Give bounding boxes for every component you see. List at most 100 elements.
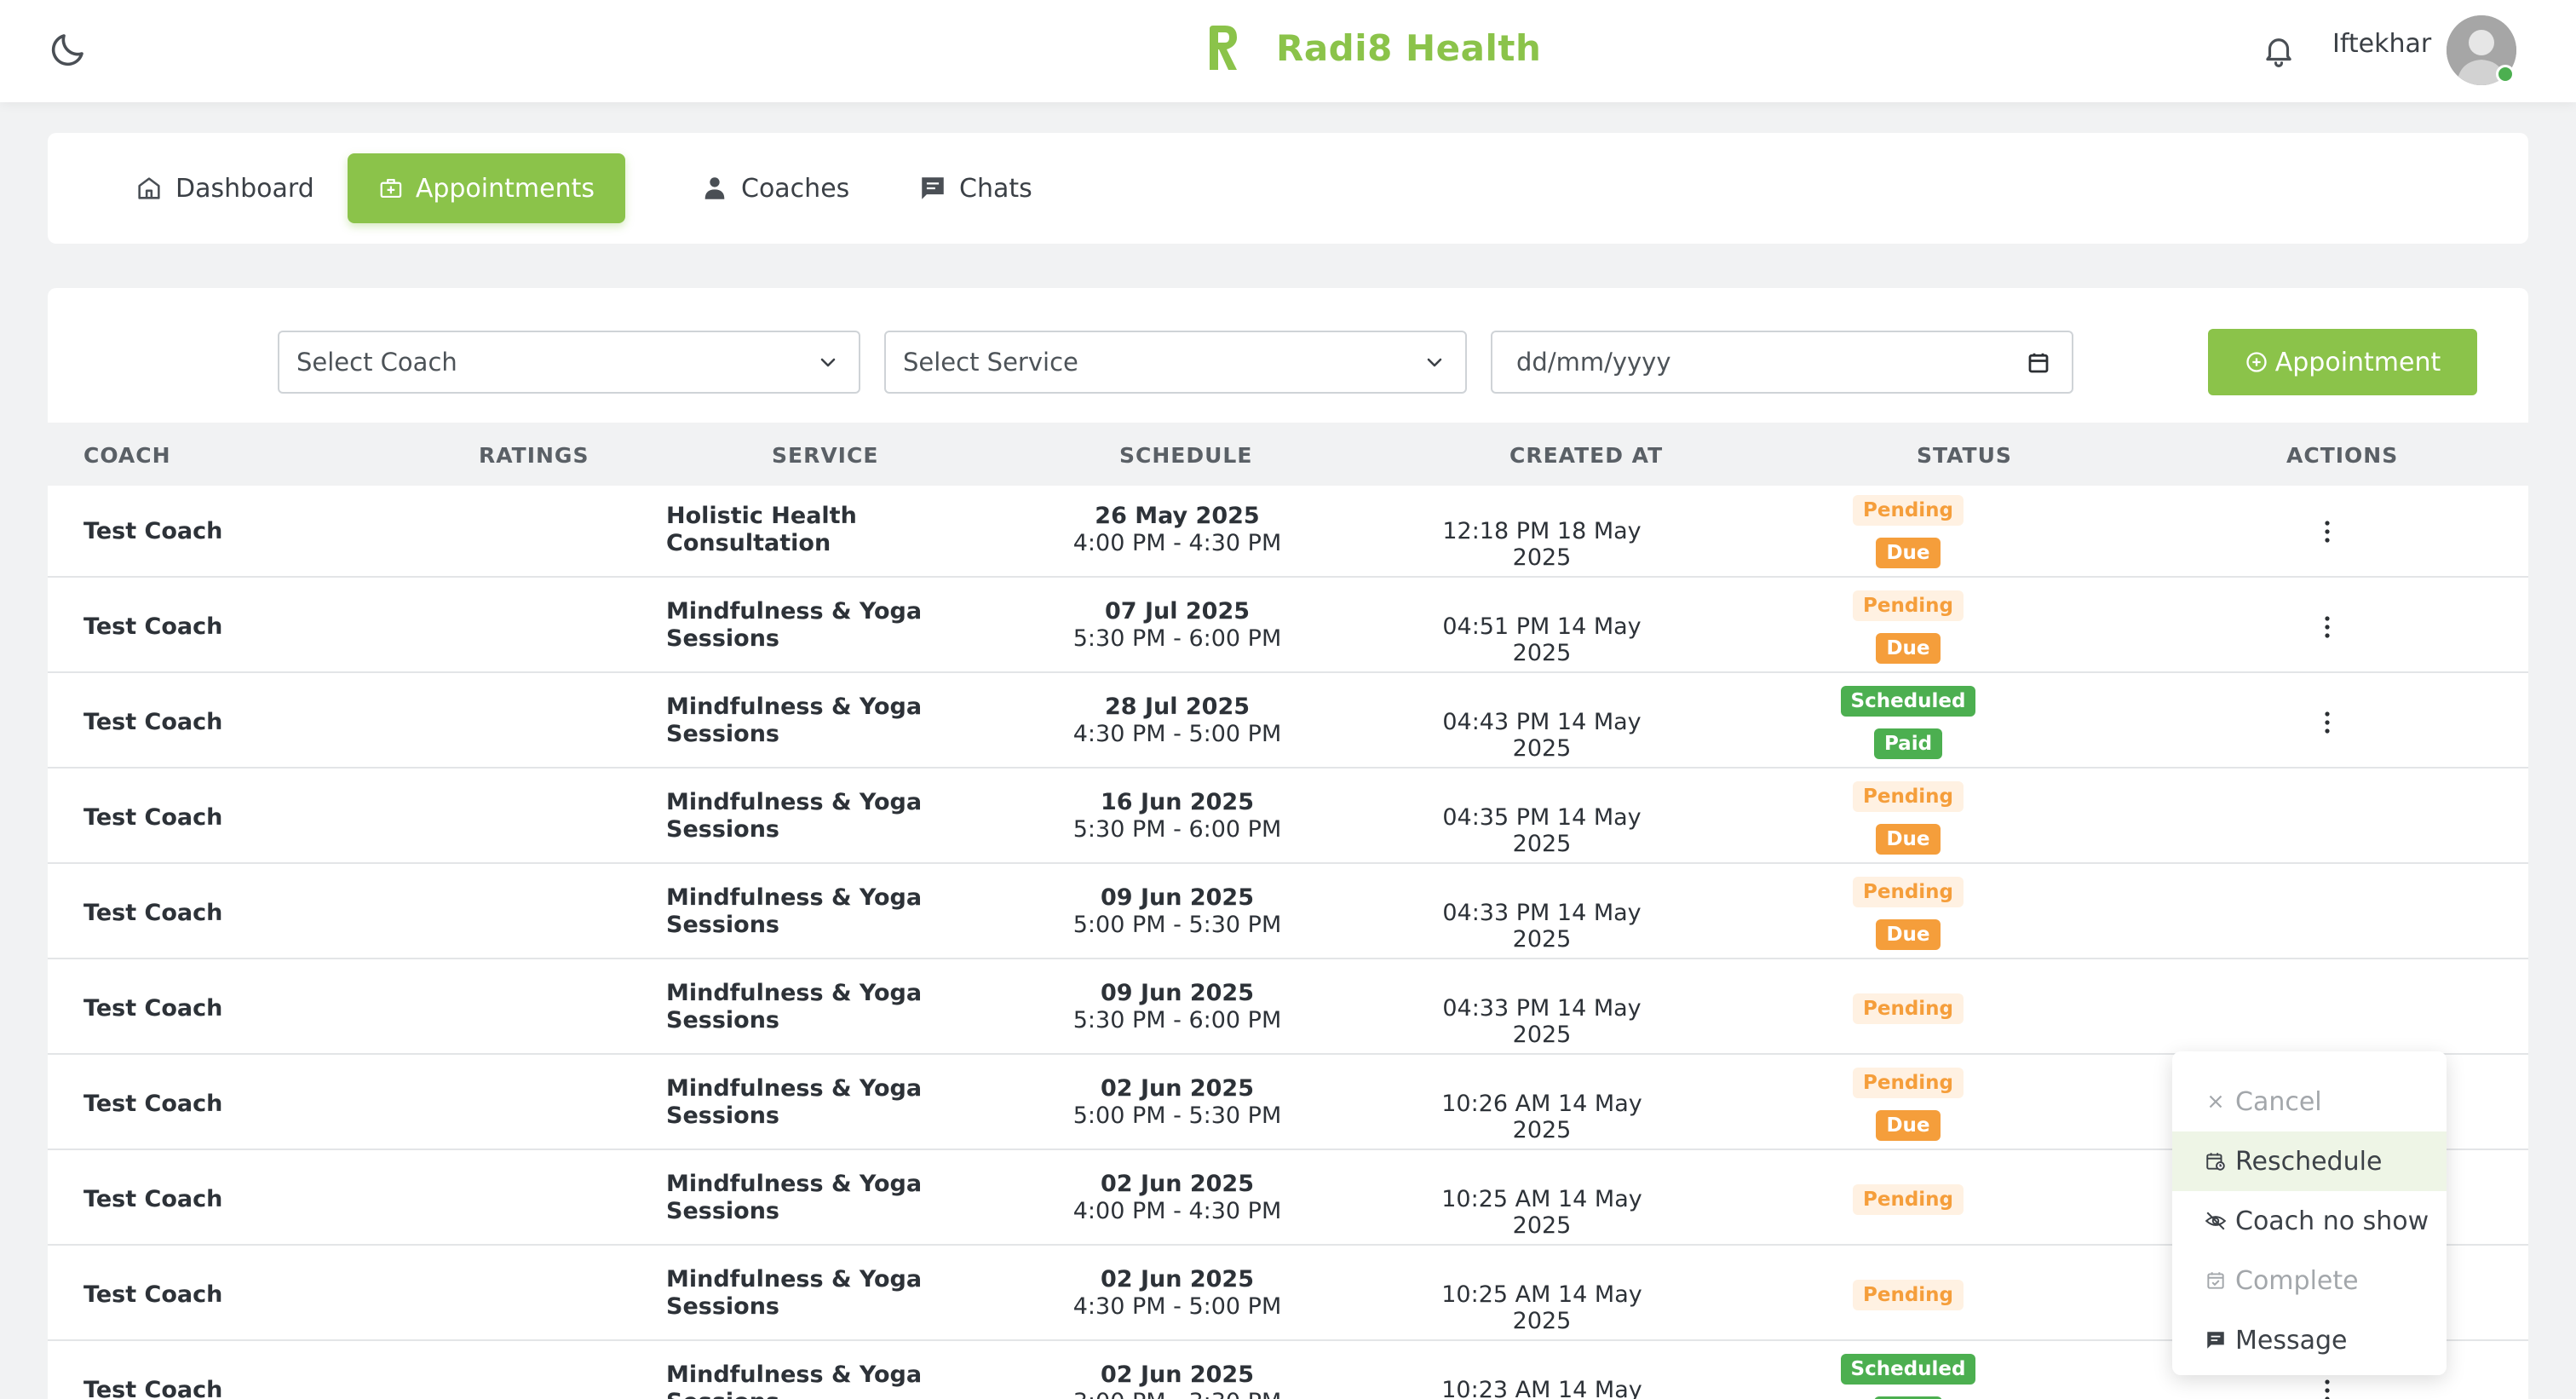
schedule-time: 4:30 PM - 5:00 PM bbox=[1072, 721, 1282, 747]
table-row[interactable]: Test Coach Mindfulness & Yoga Sessions 28 … bbox=[48, 676, 2528, 769]
tab-appointments[interactable]: Appointments bbox=[348, 153, 625, 223]
menu-item-label: Coach no show bbox=[2235, 1206, 2429, 1236]
eye-off-icon bbox=[2205, 1212, 2227, 1230]
coach-name[interactable]: Test Coach bbox=[83, 804, 222, 831]
schedule: 09 Jun 2025 5:00 PM - 5:30 PM bbox=[1049, 884, 1305, 939]
coach-name[interactable]: Test Coach bbox=[83, 1377, 222, 1399]
medical-bag-icon bbox=[380, 178, 402, 199]
calendar-clock-icon bbox=[2206, 1153, 2225, 1171]
table-row[interactable]: Test Coach Mindfulness & Yoga Sessions 16 … bbox=[48, 772, 2528, 864]
menu-item-cancel[interactable]: Cancel bbox=[2172, 1072, 2447, 1131]
service-name: Mindfulness & Yoga Sessions bbox=[666, 1266, 923, 1320]
schedule-date: 09 Jun 2025 bbox=[1100, 884, 1254, 911]
status-cell: ScheduledPaid bbox=[1823, 1353, 1993, 1399]
header-actions: ACTIONS bbox=[2286, 443, 2399, 468]
table-row[interactable]: Test Coach Mindfulness & Yoga Sessions 02 … bbox=[48, 1344, 2528, 1399]
home-icon bbox=[138, 177, 160, 199]
calendar-check-icon bbox=[2207, 1272, 2224, 1289]
status-badge: Scheduled bbox=[1840, 1354, 1976, 1385]
table-row[interactable]: Test Coach Holistic Health Consultation 26… bbox=[48, 486, 2528, 578]
schedule-time: 5:30 PM - 6:00 PM bbox=[1072, 1007, 1282, 1033]
tab-chats[interactable]: Chats bbox=[888, 153, 1063, 223]
message-icon bbox=[2207, 1332, 2224, 1349]
bell-icon[interactable] bbox=[2261, 31, 2297, 70]
coach-select[interactable]: Select Coach bbox=[278, 331, 860, 394]
schedule-date: 26 May 2025 bbox=[1095, 503, 1260, 529]
schedule-time: 3:00 PM - 3:30 PM bbox=[1049, 1389, 1305, 1399]
coach-name[interactable]: Test Coach bbox=[83, 1281, 222, 1308]
user-name[interactable]: Iftekhar bbox=[2332, 29, 2431, 59]
tab-coaches[interactable]: Coaches bbox=[670, 153, 880, 223]
created-at: 10:23 AM 14 May 2025 bbox=[1441, 1377, 1642, 1399]
menu-item-label: Cancel bbox=[2235, 1086, 2322, 1117]
coach-icon bbox=[704, 177, 725, 199]
table-row[interactable]: Test Coach Mindfulness & Yoga Sessions 02 … bbox=[48, 1058, 2528, 1150]
tab-dashboard[interactable]: Dashboard bbox=[104, 153, 345, 223]
schedule-time: 4:00 PM - 4:30 PM bbox=[1072, 1198, 1282, 1224]
table-row[interactable]: Test Coach Mindfulness & Yoga Sessions 09 … bbox=[48, 867, 2528, 959]
service-select[interactable]: Select Service bbox=[884, 331, 1467, 394]
add-appointment-button[interactable]: Appointment bbox=[2208, 329, 2477, 395]
payment-badge: Due bbox=[1876, 919, 1941, 950]
service-select-value: Select Service bbox=[903, 348, 1078, 377]
more-vertical-icon[interactable] bbox=[2310, 1375, 2344, 1399]
status-badge: Pending bbox=[1852, 590, 1964, 621]
coach-name[interactable]: Test Coach bbox=[83, 1186, 222, 1212]
chevron-down-icon bbox=[820, 358, 836, 367]
brand[interactable]: Radi8 Health bbox=[1205, 22, 1541, 73]
menu-item-label: Message bbox=[2235, 1325, 2348, 1356]
coach-name[interactable]: Test Coach bbox=[83, 518, 222, 544]
table-row[interactable]: Test Coach Mindfulness & Yoga Sessions 02 … bbox=[48, 1154, 2528, 1246]
coach-name[interactable]: Test Coach bbox=[83, 613, 222, 640]
schedule-time: 5:00 PM - 5:30 PM bbox=[1072, 1103, 1282, 1129]
brand-name: Radi8 Health bbox=[1276, 26, 1542, 69]
schedule-date: 02 Jun 2025 bbox=[1100, 1266, 1254, 1292]
date-input[interactable]: dd/mm/yyyy bbox=[1491, 331, 2073, 394]
menu-item-message[interactable]: Message bbox=[2172, 1310, 2447, 1370]
menu-item-coach-no-show[interactable]: Coach no show bbox=[2172, 1191, 2447, 1251]
tab-label: Chats bbox=[959, 173, 1032, 204]
schedule: 09 Jun 2025 5:30 PM - 6:00 PM bbox=[1049, 980, 1305, 1034]
more-vertical-icon[interactable] bbox=[2310, 516, 2344, 547]
table-row[interactable]: Test Coach Mindfulness & Yoga Sessions 02 … bbox=[48, 1249, 2528, 1341]
coach-name[interactable]: Test Coach bbox=[83, 900, 222, 926]
tab-label: Dashboard bbox=[175, 173, 314, 204]
schedule-date: 02 Jun 2025 bbox=[1100, 1075, 1254, 1102]
menu-item-label: Complete bbox=[2235, 1265, 2359, 1296]
schedule: 02 Jun 2025 4:00 PM - 4:30 PM bbox=[1049, 1171, 1305, 1225]
more-vertical-icon[interactable] bbox=[2310, 707, 2344, 738]
coach-name[interactable]: Test Coach bbox=[83, 1091, 222, 1117]
header-status: STATUS bbox=[1917, 443, 2012, 468]
created-at: 04:35 PM 14 May 2025 bbox=[1442, 804, 1642, 857]
service-name: Mindfulness & Yoga Sessions bbox=[666, 884, 923, 938]
service-name: Mindfulness & Yoga Sessions bbox=[666, 1075, 923, 1129]
table-row[interactable]: Test Coach Mindfulness & Yoga Sessions 09 … bbox=[48, 963, 2528, 1055]
more-vertical-icon[interactable] bbox=[2310, 612, 2344, 642]
schedule: 07 Jul 2025 5:30 PM - 6:00 PM bbox=[1049, 598, 1305, 653]
created-at: 10:25 AM 14 May 2025 bbox=[1441, 1281, 1642, 1334]
coach-name[interactable]: Test Coach bbox=[83, 995, 222, 1022]
schedule: 26 May 2025 4:00 PM - 4:30 PM bbox=[1049, 503, 1305, 557]
status-badge: Pending bbox=[1852, 993, 1964, 1024]
header-ratings: RATINGS bbox=[479, 443, 589, 468]
status-cell: Pending Due bbox=[1823, 780, 1993, 855]
date-input-value: dd/mm/yyyy bbox=[1516, 348, 1671, 377]
service-name: Mindfulness & Yoga Sessions bbox=[666, 1362, 923, 1399]
nav-tabs: Dashboard Appointments Coaches Chats bbox=[48, 133, 2528, 244]
schedule-date: 09 Jun 2025 bbox=[1100, 980, 1254, 1006]
menu-item-complete[interactable]: Complete bbox=[2172, 1251, 2447, 1310]
service-name: Holistic Health Consultation bbox=[666, 503, 857, 556]
schedule-date: 16 Jun 2025 bbox=[1100, 789, 1254, 815]
menu-item-reschedule[interactable]: Reschedule bbox=[2172, 1131, 2447, 1191]
brand-logo bbox=[1210, 26, 1237, 70]
table-row[interactable]: Test Coach Mindfulness & Yoga Sessions 07 … bbox=[48, 581, 2528, 673]
created-at: 10:25 AM 14 May 2025 bbox=[1441, 1186, 1642, 1239]
coach-name[interactable]: Test Coach bbox=[83, 709, 222, 735]
table-header: COACH RATINGS SERVICE SCHEDULE CREATED A… bbox=[48, 423, 2528, 486]
created-at: 12:18 PM 18 May 2025 bbox=[1442, 518, 1642, 571]
plus-circle-icon bbox=[2246, 352, 2267, 372]
status-cell: Pending bbox=[1823, 971, 1993, 1046]
service-name: Mindfulness & Yoga Sessions bbox=[666, 694, 923, 747]
calendar-icon[interactable] bbox=[2026, 349, 2051, 377]
moon-icon[interactable] bbox=[48, 29, 89, 70]
